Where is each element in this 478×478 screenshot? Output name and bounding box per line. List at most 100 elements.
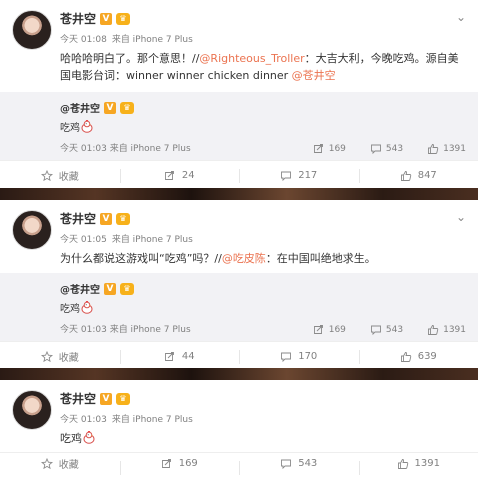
crown-icon: ♛ <box>116 212 131 225</box>
repost-stats: 169 543 1391 <box>313 324 466 336</box>
action-bar: 收藏 44 170 639 <box>0 341 478 371</box>
favorite-button[interactable]: 收藏 <box>0 342 120 371</box>
like-button[interactable]: 847 <box>358 161 478 190</box>
favorite-button[interactable]: 收藏 <box>0 161 120 190</box>
repost-box[interactable]: @苍井空 V ♛ 吃鸡 今天 01:03 来自 iPhone 7 Plus 16… <box>0 273 478 341</box>
repost-meta: 今天 01:03 来自 iPhone 7 Plus <box>60 141 191 154</box>
comment-icon <box>280 170 292 182</box>
star-icon <box>41 170 53 182</box>
mention-link[interactable]: @苍井空 <box>292 69 336 82</box>
star-icon <box>41 458 53 470</box>
avatar[interactable] <box>12 210 52 250</box>
repost-icon <box>164 170 176 182</box>
comment-button[interactable]: 217 <box>239 161 359 190</box>
like-icon <box>400 351 412 363</box>
action-bar: 收藏 24 217 847 <box>0 160 478 190</box>
like-button[interactable]: 1391 <box>358 453 478 475</box>
post-time[interactable]: 今天 01:03 <box>60 415 107 425</box>
chicken-emoji-icon <box>80 120 94 133</box>
repost-like-count[interactable]: 1391 <box>427 143 466 155</box>
user-name[interactable]: 苍井空 <box>60 390 96 407</box>
like-icon <box>427 324 439 336</box>
crown-icon: ♛ <box>116 392 131 405</box>
mention-link[interactable]: @吃皮陈 <box>222 252 266 265</box>
repost-button[interactable]: 169 <box>119 453 240 475</box>
comment-icon <box>370 143 382 155</box>
repost-icon <box>313 324 325 336</box>
post-source: 来自 iPhone 7 Plus <box>111 415 193 425</box>
repost-icon <box>313 143 325 155</box>
crown-icon: ♛ <box>120 282 134 295</box>
post-time[interactable]: 今天 01:08 <box>60 35 107 45</box>
repost-repost-count[interactable]: 169 <box>313 143 346 155</box>
repost-text: 吃鸡 <box>60 300 478 315</box>
verified-icon: V <box>100 392 113 405</box>
post-source: 来自 iPhone 7 Plus <box>111 35 193 45</box>
chicken-emoji-icon <box>80 301 94 314</box>
post-header: 苍井空 V ♛ 今天 01:05 来自 iPhone 7 Plus ⌄ <box>0 200 478 256</box>
verified-icon: V <box>100 212 113 225</box>
comment-button[interactable]: 543 <box>239 453 359 475</box>
repost-button[interactable]: 24 <box>119 161 240 190</box>
post-header: 苍井空 V ♛ 今天 01:08 来自 iPhone 7 Plus ⌄ <box>0 0 478 56</box>
favorite-button[interactable]: 收藏 <box>0 453 120 474</box>
post-source: 来自 iPhone 7 Plus <box>111 235 193 245</box>
repost-name-row: @苍井空 V ♛ <box>60 281 478 296</box>
like-button[interactable]: 639 <box>358 342 478 371</box>
repost-time[interactable]: 今天 01:03 <box>60 144 107 154</box>
repost-button[interactable]: 44 <box>119 342 240 371</box>
repost-icon <box>164 351 176 363</box>
user-name[interactable]: 苍井空 <box>60 210 96 227</box>
repost-name-row: @苍井空 V ♛ <box>60 100 478 115</box>
post-meta: 今天 01:03 来自 iPhone 7 Plus <box>60 412 198 425</box>
repost-user[interactable]: @苍井空 <box>60 281 100 296</box>
chicken-emoji-icon <box>82 431 96 444</box>
post-text: 哈哈哈明白了。那个意思！//@Righteous_Troller：大吉大利，今晚… <box>60 52 459 82</box>
verified-icon: V <box>104 282 116 295</box>
repost-box[interactable]: @苍井空 V ♛ 吃鸡 今天 01:03 来自 iPhone 7 Plus 16… <box>0 92 478 160</box>
weibo-post-3: 苍井空 V ♛ 今天 01:03 来自 iPhone 7 Plus 吃鸡 收藏 1… <box>0 380 478 478</box>
repost-text: 吃鸡 <box>60 119 478 134</box>
repost-time[interactable]: 今天 01:03 <box>60 325 107 335</box>
action-bar: 收藏 169 543 1391 <box>0 452 478 475</box>
crown-icon: ♛ <box>120 101 134 114</box>
comment-icon <box>280 458 292 470</box>
photo-divider <box>0 368 478 380</box>
star-icon <box>41 351 53 363</box>
crown-icon: ♛ <box>116 12 131 25</box>
comment-button[interactable]: 170 <box>239 342 359 371</box>
mention-link[interactable]: @Righteous_Troller <box>199 52 304 65</box>
repost-stats: 169 543 1391 <box>313 143 466 155</box>
chevron-down-icon[interactable]: ⌄ <box>456 11 466 23</box>
post-time[interactable]: 今天 01:05 <box>60 235 107 245</box>
like-icon <box>397 458 409 470</box>
name-row: 苍井空 V ♛ <box>60 10 131 27</box>
post-text: 为什么都说这游戏叫“吃鸡”吗？//@吃皮陈：在中国叫绝地求生。 <box>60 252 376 265</box>
name-row: 苍井空 V ♛ <box>60 390 131 407</box>
weibo-post-1: 苍井空 V ♛ 今天 01:08 来自 iPhone 7 Plus ⌄ 哈哈哈明白… <box>0 0 478 188</box>
post-meta: 今天 01:08 来自 iPhone 7 Plus <box>60 32 198 45</box>
like-icon <box>400 170 412 182</box>
name-row: 苍井空 V ♛ <box>60 210 131 227</box>
repost-source: 来自 iPhone 7 Plus <box>109 144 191 154</box>
post-meta: 今天 01:05 来自 iPhone 7 Plus <box>60 232 198 245</box>
comment-icon <box>280 351 292 363</box>
weibo-post-2: 苍井空 V ♛ 今天 01:05 来自 iPhone 7 Plus ⌄ 为什么都说… <box>0 200 478 368</box>
verified-icon: V <box>100 12 113 25</box>
avatar[interactable] <box>12 390 52 430</box>
repost-comment-count[interactable]: 543 <box>370 324 403 336</box>
avatar[interactable] <box>12 10 52 50</box>
repost-repost-count[interactable]: 169 <box>313 324 346 336</box>
repost-like-count[interactable]: 1391 <box>427 324 466 336</box>
verified-icon: V <box>104 101 116 114</box>
post-text: 吃鸡 <box>60 430 464 452</box>
like-icon <box>427 143 439 155</box>
user-name[interactable]: 苍井空 <box>60 10 96 27</box>
repost-source: 来自 iPhone 7 Plus <box>109 325 191 335</box>
repost-icon <box>161 458 173 470</box>
chevron-down-icon[interactable]: ⌄ <box>456 211 466 223</box>
repost-comment-count[interactable]: 543 <box>370 143 403 155</box>
repost-user[interactable]: @苍井空 <box>60 100 100 115</box>
post-header: 苍井空 V ♛ 今天 01:03 来自 iPhone 7 Plus <box>0 380 478 436</box>
repost-meta: 今天 01:03 来自 iPhone 7 Plus <box>60 322 191 335</box>
